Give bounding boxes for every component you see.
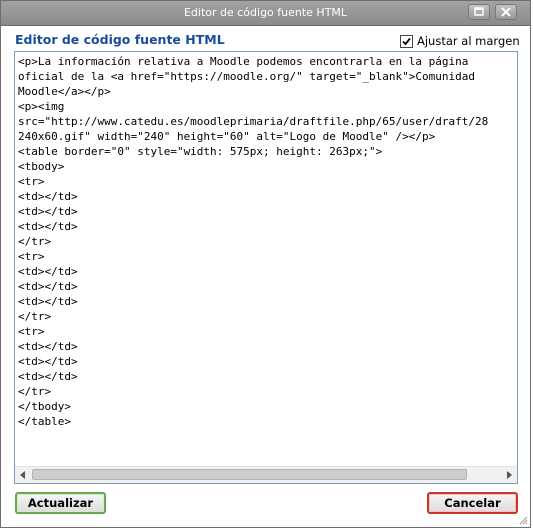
check-icon [402,37,411,45]
close-button[interactable] [495,4,517,20]
scrollbar-thumb[interactable] [32,469,467,480]
close-icon [501,7,511,17]
arrow-right-icon [507,471,512,479]
maximize-button[interactable] [468,4,490,20]
wrap-label: Ajustar al margen [417,34,520,48]
scroll-right-button[interactable] [501,467,517,483]
dialog-heading: Editor de código fuente HTML [15,32,225,47]
source-editor-dialog: Editor de código fuente HTML Editor de c… [0,0,531,528]
update-button[interactable]: Actualizar [15,492,106,514]
resize-grip-icon[interactable] [518,515,528,525]
wrap-option[interactable]: Ajustar al margen [400,33,520,49]
cancel-button[interactable]: Cancelar [427,492,518,514]
horizontal-scrollbar[interactable] [15,466,517,483]
source-code-text[interactable]: <p>La información relativa a Moodle pode… [15,52,517,429]
source-code-textarea[interactable]: <p>La información relativa a Moodle pode… [14,51,518,484]
arrow-left-icon [20,471,25,479]
window-title: Editor de código fuente HTML [183,6,348,19]
maximize-icon [474,7,484,16]
wrap-checkbox[interactable] [400,34,413,48]
title-bar[interactable]: Editor de código fuente HTML [1,1,530,26]
scroll-left-button[interactable] [15,467,31,483]
